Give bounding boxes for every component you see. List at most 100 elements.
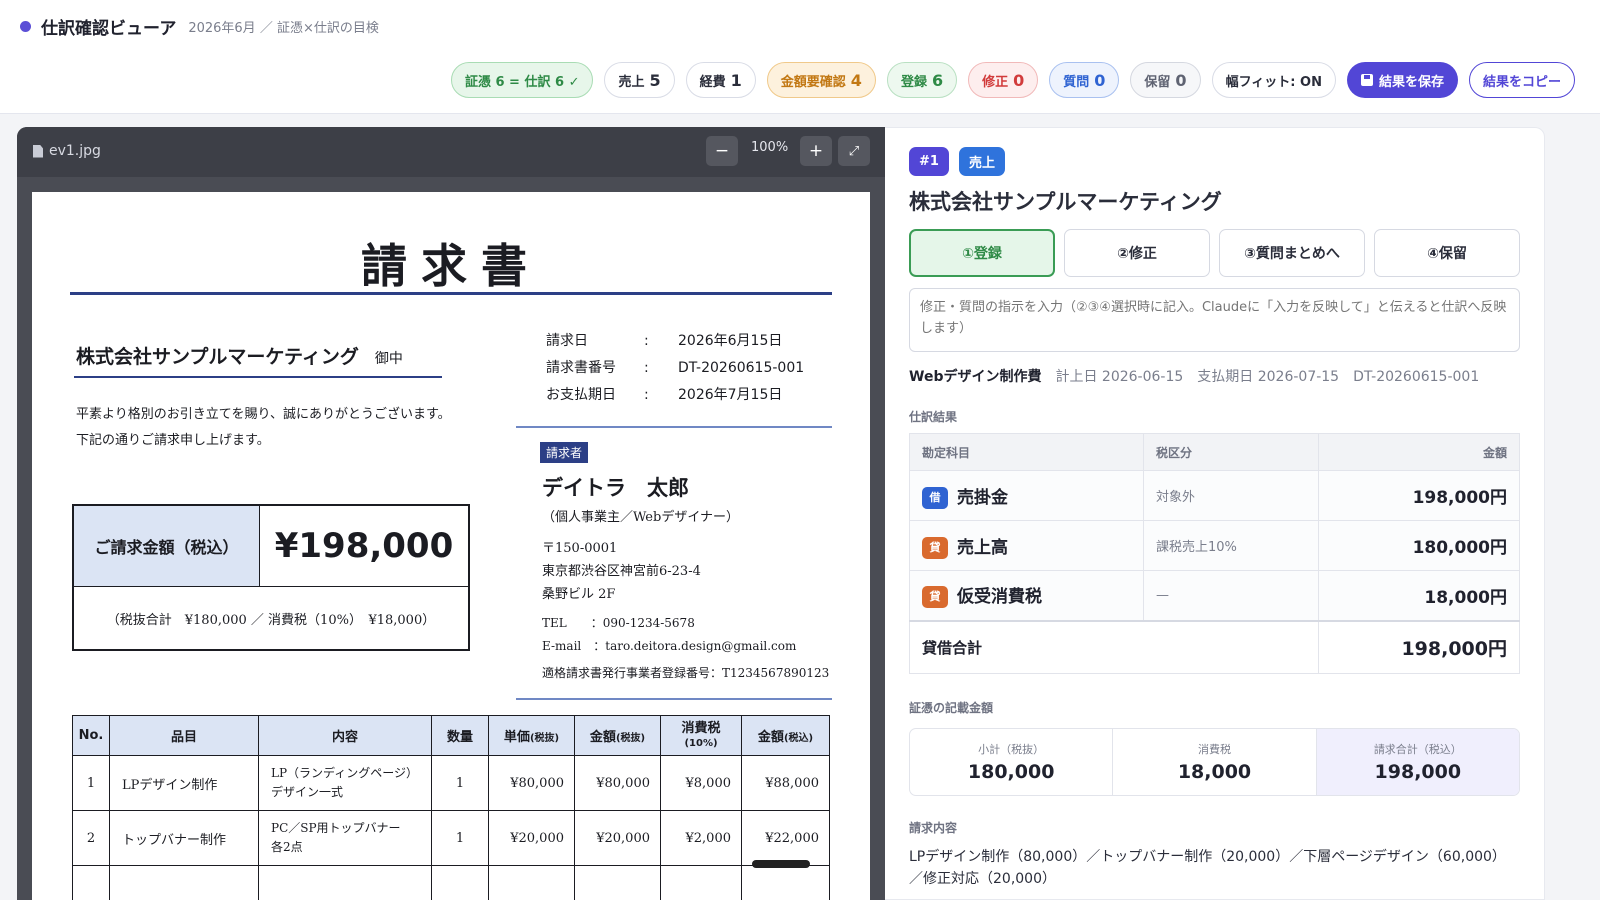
col-item: 品目 [109, 715, 259, 756]
question-filter-label: 質問 [1063, 74, 1090, 90]
issuer-building: 桑野ビル 2F [542, 587, 616, 602]
cell-qty: 1 [431, 755, 489, 811]
file-icon [33, 144, 43, 158]
invoice-image: 請求書 株式会社サンプルマーケティング 御中 平素より格別のお引き立てを賜り、誠に… [32, 192, 870, 900]
cell-item [109, 865, 259, 900]
meta-row: お支払期日: 2026年7月15日 [546, 382, 804, 409]
meta-value: 2026年6月15日 [678, 333, 783, 349]
question-filter-chip[interactable]: 質問 0 [1049, 62, 1120, 98]
cell-no [72, 865, 110, 900]
zoom-out-button[interactable]: − [706, 136, 738, 166]
save-results-button[interactable]: 結果を保存 [1346, 62, 1458, 98]
expense-filter-chip[interactable]: 経費 1 [685, 62, 756, 98]
fix-button[interactable]: ②修正 [1064, 229, 1210, 277]
meta-key: 請求日 [546, 333, 588, 349]
cell-account: 貸仮受消費税 [909, 570, 1144, 621]
fit-width-label: 幅フィット: ON [1225, 74, 1322, 90]
evidence-label: 消費税 [1197, 743, 1231, 756]
meta-value: DT-20260615-001 [678, 360, 805, 376]
col-total: 金額(税込) [741, 715, 830, 756]
instruction-input[interactable] [909, 288, 1520, 352]
register-button[interactable]: ①登録 [909, 229, 1055, 277]
greeting-line: 平素より格別のお引き立てを賜り、誠にありがとうございます。 [76, 407, 451, 422]
cell-desc: LP（ランディングページ） デザイン一式 [258, 755, 432, 811]
summary-posting-date: 計上日 2026-06-15 [1055, 369, 1184, 385]
summary-due-date: 支払期日 2026-07-15 [1197, 369, 1340, 385]
entry-badges: #1 売上 [909, 147, 1005, 176]
cell-journal-amount: 180,000円 [1318, 520, 1520, 571]
entry-number-badge: #1 [909, 147, 949, 176]
amount-label: ご請求金額（税込） [74, 506, 260, 587]
invoice-title: 請求書 [361, 239, 541, 293]
copy-results-label: 結果をコピー [1482, 73, 1561, 89]
invoice-meta: 請求日: 2026年6月15日 請求書番号: DT-20260615-001 お支払… [546, 328, 804, 409]
amount-check-filter-chip[interactable]: 金額要確認 4 [766, 62, 876, 98]
cell-no: 2 [72, 810, 110, 866]
cell-desc: PC／SP用トップバナー 各2点 [258, 810, 432, 866]
issuer-role: （個人事業主／Webデザイナー） [542, 510, 740, 525]
match-count-chip[interactable]: 証憑 6 = 仕訳 6 ✓ [450, 62, 594, 98]
col-amount-sub: (税抜) [615, 733, 646, 744]
amount-value: ¥198,000 [260, 506, 468, 587]
cell-desc-line: PC／SP用トップバナー [271, 821, 401, 835]
register-filter-chip[interactable]: 登録 6 [886, 62, 958, 98]
fullscreen-icon[interactable]: ⤢ [838, 136, 870, 166]
sales-filter-chip[interactable]: 売上 5 [604, 62, 675, 98]
debit-badge: 借 [922, 486, 948, 509]
invoice-amount-box: ご請求金額（税込） ¥198,000 （税抜合計 ¥180,000 ／ 消費税（… [72, 504, 470, 651]
issuer-details: （個人事業主／Webデザイナー） 〒150-0001 東京都渋谷区神宮前6-23… [542, 506, 829, 685]
entry-type-badge: 売上 [958, 147, 1005, 176]
viewer-scrollbar[interactable] [752, 860, 810, 868]
cell-desc-line: 各2点 [271, 840, 303, 854]
col-unit: 単価(税抜) [488, 715, 575, 756]
meta-row: 請求日: 2026年6月15日 [546, 328, 804, 355]
col-amount-label: 金額 [589, 730, 616, 745]
col-account: 勘定科目 [909, 433, 1144, 471]
fix-filter-chip[interactable]: 修正 0 [968, 62, 1039, 98]
expense-filter-count: 1 [730, 70, 742, 90]
save-results-label: 結果を保存 [1378, 73, 1444, 89]
cell-desc [258, 865, 432, 900]
cell-account: 貸売上高 [909, 520, 1144, 571]
client-honorific: 御中 [374, 351, 403, 367]
cell-unit [488, 865, 575, 900]
col-tax: 消費税 (10%) [660, 715, 742, 756]
evidence-section-title: 証憑の記載金額 [909, 701, 994, 715]
hold-filter-chip[interactable]: 保留 0 [1130, 62, 1201, 98]
invoice-client: 株式会社サンプルマーケティング 御中 [76, 342, 403, 369]
issuer-postal: 〒150-0001 [542, 541, 618, 556]
issuer-name: デイトラ 太郎 [542, 476, 689, 500]
account-name: 売掛金 [957, 487, 1008, 508]
issuer-tag: 請求者 [540, 442, 589, 463]
table-row: 貸仮受消費税 — 18,000円 [909, 570, 1520, 621]
cell-tax: ¥2,000 [660, 810, 742, 866]
cell-tax-class: 対象外 [1143, 470, 1319, 521]
question-button[interactable]: ③質問まとめへ [1219, 229, 1365, 277]
file-name-text: ev1.jpg [49, 143, 101, 159]
zoom-in-button[interactable]: + [800, 136, 832, 166]
journal-total-amount: 198,000円 [1318, 619, 1520, 674]
hold-button[interactable]: ④保留 [1374, 229, 1520, 277]
cell-item: LPデザイン制作 [109, 755, 259, 811]
register-filter-label: 登録 [900, 74, 927, 90]
register-filter-count: 6 [931, 70, 944, 90]
meta-colon: : [644, 360, 649, 376]
cell-amount: ¥20,000 [574, 810, 661, 866]
hold-filter-label: 保留 [1144, 74, 1171, 90]
meta-colon: : [644, 387, 649, 403]
account-name: 仮受消費税 [957, 587, 1042, 608]
cell-no: 1 [72, 755, 110, 811]
expense-filter-label: 経費 [699, 74, 726, 90]
evidence-label: 請求合計（税込） [1373, 743, 1462, 756]
meta-value: 2026年7月15日 [678, 387, 783, 403]
cell-total: ¥88,000 [741, 755, 830, 811]
copy-results-button[interactable]: 結果をコピー [1468, 62, 1575, 98]
entry-summary: Webデザイン制作費 計上日 2026-06-15 支払期日 2026-07-15 D… [909, 366, 1493, 386]
fit-width-toggle[interactable]: 幅フィット: ON [1211, 62, 1336, 98]
amount-breakdown: （税抜合計 ¥180,000 ／ 消費税（10%） ¥18,000） [106, 612, 436, 628]
client-underline [74, 376, 442, 378]
table-row: 2 トップバナー制作 PC／SP用トップバナー 各2点 1 ¥20,000 ¥20… [72, 810, 830, 866]
fix-filter-label: 修正 [982, 74, 1009, 90]
evidence-amounts: 小計（税抜） 180,000 消費税 18,000 請求合計（税込） 198,000 [909, 728, 1520, 796]
cell-desc-line: デザイン一式 [271, 785, 344, 799]
